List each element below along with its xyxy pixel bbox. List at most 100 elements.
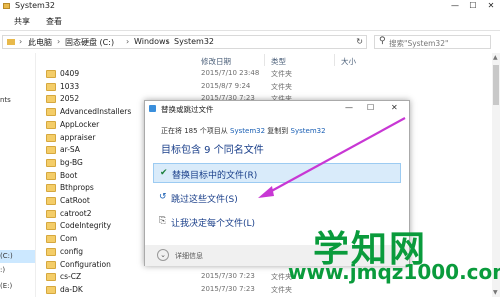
- column-headers: 修改日期 类型 大小: [36, 53, 500, 68]
- dialog-close-button[interactable]: ✕: [391, 103, 398, 112]
- folder-icon: [46, 247, 56, 256]
- file-row[interactable]: 1033 2015/8/7 9:24 文件夹: [36, 81, 492, 93]
- folder-icon: [46, 108, 56, 117]
- search-placeholder: 搜索"System32": [389, 39, 449, 48]
- chevron-right-icon: ›: [19, 37, 23, 46]
- breadcrumb-drive-c[interactable]: 固态硬盘 (C:): [65, 37, 114, 48]
- breadcrumb-this-pc[interactable]: 此电脑: [28, 37, 52, 48]
- file-row[interactable]: 0409 2015/7/10 23:48 文件夹: [36, 68, 492, 80]
- window-titlebar: System32 — ☐ ✕: [0, 0, 500, 13]
- replace-files-label: 替换目标中的文件(R): [172, 171, 258, 181]
- copy-summary-mid: 复制到: [267, 127, 289, 135]
- scroll-up-icon[interactable]: ▲: [493, 54, 498, 61]
- folder-icon: [46, 197, 56, 205]
- column-date[interactable]: 修改日期: [201, 56, 231, 67]
- file-type: 文件夹: [271, 70, 292, 78]
- chevron-down-icon[interactable]: ⌄: [157, 249, 169, 261]
- dialog-footer: ⌄ 详细信息: [145, 245, 409, 266]
- folder-icon: [46, 120, 56, 129]
- file-date: 2015/7/30 7:23: [201, 284, 255, 293]
- folder-icon: [46, 285, 56, 294]
- window-title: System32: [15, 1, 56, 10]
- file-name: 2052: [60, 94, 80, 104]
- folder-icon: [46, 95, 56, 104]
- vertical-scrollbar[interactable]: ▲ ▼: [492, 53, 500, 297]
- file-name: CatRoot: [60, 196, 90, 205]
- file-name: bg-BG: [60, 157, 83, 167]
- address-row: › 此电脑 › 固态硬盘 (C:) › Windows › System32 ↻…: [0, 31, 500, 53]
- file-type: 文件夹: [271, 273, 292, 282]
- file-name: 1033: [60, 81, 80, 91]
- close-button[interactable]: ✕: [482, 0, 500, 13]
- minimize-button[interactable]: —: [446, 0, 464, 13]
- decide-each-label: 让我决定每个文件(L): [171, 219, 256, 229]
- file-name: appraiser: [60, 132, 96, 142]
- file-name: AdvancedInstallers: [60, 107, 132, 117]
- destination-link[interactable]: System32: [291, 127, 326, 135]
- breadcrumb-windows[interactable]: Windows: [134, 37, 170, 46]
- maximize-button[interactable]: ☐: [464, 0, 482, 13]
- copy-summary-prefix: 正在将 185 个项目从: [161, 127, 228, 135]
- file-name: ar-SA: [60, 145, 80, 155]
- file-row[interactable]: cs-CZ 2015/7/30 7:23 文件夹: [36, 271, 492, 283]
- skip-files-label: 跳过这些文件(S): [171, 195, 238, 205]
- file-type: 文件夹: [271, 285, 292, 294]
- file-name: Configuration: [60, 259, 111, 269]
- breadcrumb-system32[interactable]: System32: [174, 37, 214, 46]
- nav-item[interactable]: :): [0, 266, 5, 274]
- folder-icon: [46, 235, 56, 244]
- ribbon-tabs: 共享 查看: [0, 13, 500, 31]
- tab-view[interactable]: 查看: [46, 16, 62, 27]
- folder-icon: [3, 3, 10, 9]
- search-icon: ⚲: [379, 36, 386, 46]
- scroll-down-icon[interactable]: ▼: [493, 289, 498, 296]
- column-type[interactable]: 类型: [271, 56, 286, 67]
- file-type: 文件夹: [271, 82, 292, 91]
- column-divider[interactable]: [334, 54, 335, 66]
- search-box[interactable]: ⚲ 搜索"System32": [374, 35, 491, 49]
- file-date: 2015/8/7 9:24: [201, 81, 251, 90]
- copy-icon: [149, 105, 156, 112]
- folder-icon: [46, 133, 56, 142]
- tab-share[interactable]: 共享: [14, 16, 30, 27]
- scroll-thumb[interactable]: [493, 65, 499, 105]
- copy-summary: 正在将 185 个项目从 System32 复制到 System32: [161, 126, 326, 136]
- replace-or-skip-dialog: 替换或跳过文件 — ☐ ✕ 正在将 185 个项目从 System32 复制到 …: [144, 100, 410, 266]
- column-size[interactable]: 大小: [341, 56, 356, 67]
- skip-files-option[interactable]: ↺ 跳过这些文件(S): [153, 188, 401, 208]
- skip-icon: ↺: [159, 192, 167, 202]
- folder-icon: [46, 70, 56, 78]
- file-name: catroot2: [60, 208, 92, 218]
- file-name: CodeIntegrity: [60, 221, 112, 231]
- decide-each-option[interactable]: ⎘ 让我决定每个文件(L): [153, 212, 401, 232]
- dialog-titlebar: 替换或跳过文件 — ☐ ✕: [145, 101, 409, 116]
- file-date: 2015/7/30 7:23: [201, 272, 255, 281]
- address-bar[interactable]: › 此电脑 › 固态硬盘 (C:) › Windows › System32 ↻: [2, 35, 367, 49]
- dialog-heading: 目标包含 9 个同名文件: [161, 145, 264, 156]
- chevron-right-icon: ›: [166, 37, 170, 46]
- file-name: Boot: [60, 170, 78, 180]
- column-divider[interactable]: [264, 54, 265, 66]
- folder-icon: [46, 209, 56, 218]
- file-row[interactable]: da-DK 2015/7/30 7:23 文件夹: [36, 284, 492, 296]
- replace-files-option[interactable]: ✔ 替换目标中的文件(R): [153, 163, 401, 183]
- nav-item[interactable]: nts: [0, 96, 11, 104]
- dialog-minimize-button[interactable]: —: [345, 103, 353, 112]
- file-name: cs-CZ: [60, 272, 82, 282]
- nav-item[interactable]: (E:): [0, 282, 12, 290]
- checkmark-icon: ✔: [160, 168, 168, 178]
- source-link[interactable]: System32: [230, 127, 265, 135]
- folder-icon: [46, 222, 56, 231]
- file-name: 0409: [60, 69, 80, 78]
- folder-icon: [46, 184, 56, 193]
- file-name: Com: [60, 234, 78, 244]
- file-date: 2015/7/10 23:48: [201, 69, 260, 77]
- more-details-link[interactable]: 详细信息: [175, 251, 203, 261]
- folder-icon: [46, 273, 56, 282]
- file-name: AppLocker: [60, 119, 100, 129]
- folder-icon: [46, 158, 56, 167]
- nav-item-drive-c[interactable]: (C:): [0, 252, 13, 260]
- dialog-maximize-button[interactable]: ☐: [367, 103, 374, 112]
- refresh-icon[interactable]: ↻: [356, 37, 363, 46]
- folder-icon: [7, 39, 15, 45]
